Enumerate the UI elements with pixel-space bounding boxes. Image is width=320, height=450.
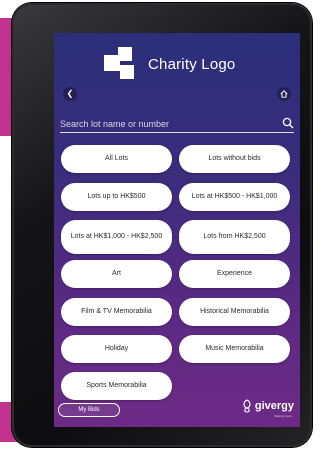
givergy-logo: givergy Raising more [241, 399, 294, 418]
home-button[interactable] [277, 87, 291, 101]
category-button-all-lots[interactable]: All Lots [61, 145, 172, 173]
my-bids-button[interactable]: My Bids [58, 403, 120, 417]
logo-mark-icon [104, 47, 138, 81]
category-button-music[interactable]: Music Memorabilia [179, 335, 290, 363]
category-button-up-to-500[interactable]: Lots up to HK$500 [61, 183, 172, 211]
givergy-mark-icon [243, 399, 251, 413]
category-button-holiday[interactable]: Holiday [61, 335, 172, 363]
category-button-500-1000[interactable]: Lots at HK$500 - HK$1,000 [179, 183, 290, 211]
back-button[interactable]: ❮ [63, 87, 77, 101]
category-button-film-tv[interactable]: Film & TV Memorabilia [61, 298, 172, 326]
search-icon[interactable] [282, 117, 294, 129]
search-input[interactable] [60, 116, 270, 131]
givergy-wordmark: givergy [254, 400, 294, 412]
charity-logo: Charity Logo [104, 47, 235, 81]
category-button-from-2500[interactable]: Lots from HK$2,500 [179, 220, 290, 254]
category-button-1000-2500[interactable]: Lots at HK$1,000 - HK$2,500 [61, 220, 172, 254]
category-button-historical[interactable]: Historical Memorabilia [179, 298, 290, 326]
stage: Charity Logo ❮ All Lots Lots without bid… [0, 0, 314, 450]
category-button-experience[interactable]: Experience [179, 260, 290, 288]
category-button-lots-without-bids[interactable]: Lots without bids [179, 145, 290, 173]
category-button-art[interactable]: Art [61, 260, 172, 288]
category-button-sports[interactable]: Sports Memorabilia [61, 372, 172, 400]
search-bar [60, 116, 294, 133]
logo-text: Charity Logo [148, 55, 236, 73]
home-icon [280, 90, 288, 98]
app-screen: Charity Logo ❮ All Lots Lots without bid… [54, 33, 300, 427]
chevron-left-icon: ❮ [66, 89, 74, 98]
tablet-frame: Charity Logo ❮ All Lots Lots without bid… [12, 3, 312, 447]
givergy-tagline: Raising more [274, 414, 292, 418]
